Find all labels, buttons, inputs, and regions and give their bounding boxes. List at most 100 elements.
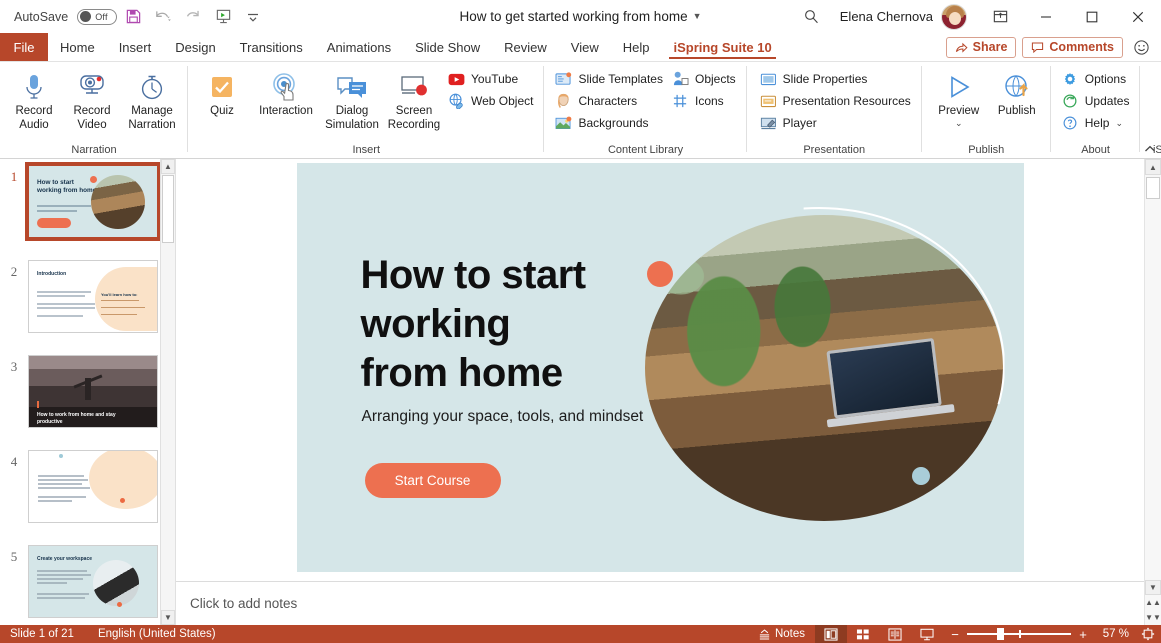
tab-animations[interactable]: Animations [315, 33, 403, 61]
quiz-button[interactable]: Quiz [193, 66, 251, 120]
characters-button[interactable]: Characters [552, 90, 669, 112]
tab-file[interactable]: File [0, 33, 48, 61]
presentation-resources-button[interactable]: Presentation Resources [757, 90, 917, 112]
tab-review[interactable]: Review [492, 33, 559, 61]
ribbon-group-content-library-label: Content Library [607, 143, 684, 156]
feedback-smiley-icon[interactable] [1129, 39, 1153, 56]
slide-vertical-scrollbar[interactable]: ▲ ▼ ▲▲ ▼▼ [1144, 159, 1161, 625]
record-video-button[interactable]: Record Video [63, 66, 121, 134]
ispring-account-button[interactable]: Diane Keaton ⌄ [1150, 66, 1161, 134]
undo-icon[interactable] [149, 4, 177, 30]
maximize-button[interactable] [1069, 0, 1115, 33]
thumbnail-slide-3[interactable]: How to work from home and stay productiv… [28, 355, 158, 428]
zoom-slider[interactable] [967, 625, 1071, 643]
thumbnail-slide-2[interactable]: Introduction You'll learn how to: [28, 260, 158, 333]
tab-insert[interactable]: Insert [107, 33, 164, 61]
web-object-button[interactable]: Web Object [445, 90, 539, 112]
notes-toggle-button[interactable]: Notes [748, 628, 815, 641]
search-icon[interactable] [790, 0, 834, 33]
slide-canvas-area[interactable]: How to start working from home Arranging… [176, 159, 1144, 581]
notes-pane[interactable]: Click to add notes [176, 581, 1144, 625]
scroll-down-icon[interactable]: ▼ [1145, 580, 1161, 595]
stopwatch-icon [138, 70, 166, 104]
slide-title[interactable]: How to start working from home [360, 251, 587, 398]
share-button[interactable]: Share [945, 36, 1017, 58]
zoom-in-button[interactable]: + [1077, 627, 1089, 642]
slide-thumbnail-pane[interactable]: 1 How to start working from home 2 Intro… [0, 159, 176, 625]
scroll-up-icon[interactable]: ▲ [1145, 159, 1161, 175]
tab-view[interactable]: View [559, 33, 611, 61]
manage-narration-button[interactable]: Manage Narration [121, 66, 183, 134]
slide-sorter-view-button[interactable] [847, 625, 879, 643]
zoom-slider-handle[interactable] [997, 628, 1004, 640]
record-audio-button[interactable]: Record Audio [5, 66, 63, 134]
interaction-button[interactable]: Interaction [251, 66, 321, 120]
thumbnail-slide-1[interactable]: How to start working from home [25, 162, 161, 241]
previous-slide-icon[interactable]: ▲▲ [1145, 595, 1161, 610]
player-button[interactable]: Player [757, 112, 917, 134]
help-dropdown-chevron-icon[interactable]: ⌄ [1115, 118, 1123, 129]
scroll-track[interactable] [1145, 176, 1161, 563]
thumbnail-row-3[interactable]: 3 How to work from home and stay product… [0, 349, 175, 428]
fit-slide-to-window-button[interactable] [1135, 627, 1161, 641]
slide-show-view-button[interactable] [911, 625, 943, 643]
zoom-percent-label[interactable]: 57 % [1095, 628, 1129, 640]
preview-dropdown-chevron-icon[interactable]: ⌄ [955, 119, 963, 128]
tab-design[interactable]: Design [163, 33, 227, 61]
start-from-beginning-icon[interactable] [209, 4, 237, 30]
tab-slide-show[interactable]: Slide Show [403, 33, 492, 61]
close-button[interactable] [1115, 0, 1161, 33]
ribbon-display-options-icon[interactable] [977, 0, 1023, 33]
notes-icon [758, 628, 771, 641]
objects-button[interactable]: Objects [669, 68, 742, 90]
slide-counter[interactable]: Slide 1 of 21 [0, 628, 84, 640]
youtube-button[interactable]: YouTube [445, 68, 539, 90]
backgrounds-button[interactable]: Backgrounds [552, 112, 669, 134]
collapse-ribbon-icon[interactable] [1142, 141, 1158, 157]
reading-view-button[interactable] [879, 625, 911, 643]
zoom-out-button[interactable]: − [949, 627, 961, 642]
dialog-simulation-button[interactable]: Dialog Simulation [321, 66, 383, 134]
publish-button[interactable]: Publish [988, 66, 1046, 120]
normal-view-button[interactable] [815, 625, 847, 643]
slide-properties-button[interactable]: Slide Properties [757, 68, 917, 90]
screen-recording-button[interactable]: Screen Recording [383, 66, 445, 134]
thumbnail-scroll-down-icon[interactable]: ▼ [161, 610, 175, 625]
updates-button[interactable]: Updates [1059, 90, 1136, 112]
start-course-button[interactable]: Start Course [364, 463, 501, 498]
slide-subtitle[interactable]: Arranging your space, tools, and mindset [362, 408, 644, 426]
help-button[interactable]: Help ⌄ [1059, 112, 1136, 134]
preview-button[interactable]: Preview ⌄ [930, 66, 988, 130]
autosave-toggle[interactable]: Off [77, 8, 118, 25]
thumbnail-slide-4[interactable] [28, 450, 158, 523]
powerpoint-window: AutoSave Off How to get started working … [0, 0, 1161, 643]
scroll-thumb[interactable] [1146, 177, 1160, 199]
thumbnail-scrollbar[interactable]: ▲ ▼ [160, 159, 175, 625]
user-account[interactable]: Elena Chernova [834, 3, 977, 30]
slide-canvas[interactable]: How to start working from home Arranging… [296, 163, 1024, 572]
customize-quick-access-toolbar-icon[interactable] [239, 4, 267, 30]
tab-transitions[interactable]: Transitions [228, 33, 315, 61]
next-slide-icon[interactable]: ▼▼ [1145, 610, 1161, 625]
tab-ispring-suite-10[interactable]: iSpring Suite 10 [661, 33, 783, 61]
thumbnail-slide-5[interactable]: Create your workspace [28, 545, 158, 618]
thumbnail-row-5[interactable]: 5 Create your workspace [0, 539, 175, 618]
tab-home[interactable]: Home [48, 33, 107, 61]
save-icon[interactable] [119, 4, 147, 30]
thumbnail-row-2[interactable]: 2 Introduction You'll learn how to: [0, 254, 175, 333]
redo-icon[interactable] [179, 4, 207, 30]
comments-button[interactable]: Comments [1022, 36, 1123, 58]
document-title-chevron-icon[interactable]: ▼ [693, 11, 702, 21]
icons-button[interactable]: Icons [669, 90, 742, 112]
thumbnail-row-1[interactable]: 1 How to start working from home [0, 159, 175, 241]
thumbnail-row-4[interactable]: 4 [0, 444, 175, 523]
thumbnail-scroll-up-icon[interactable]: ▲ [161, 159, 175, 174]
options-button[interactable]: Options [1059, 68, 1136, 90]
language-indicator[interactable]: English (United States) [84, 628, 226, 640]
slide-title-line-3: from home [360, 351, 564, 395]
minimize-button[interactable] [1023, 0, 1069, 33]
slide-templates-button[interactable]: Slide Templates [552, 68, 669, 90]
thumbnail-scroll-thumb[interactable] [162, 175, 174, 243]
thumbnail-3-title: How to work from home and stay productiv… [37, 412, 116, 425]
tab-help[interactable]: Help [611, 33, 662, 61]
